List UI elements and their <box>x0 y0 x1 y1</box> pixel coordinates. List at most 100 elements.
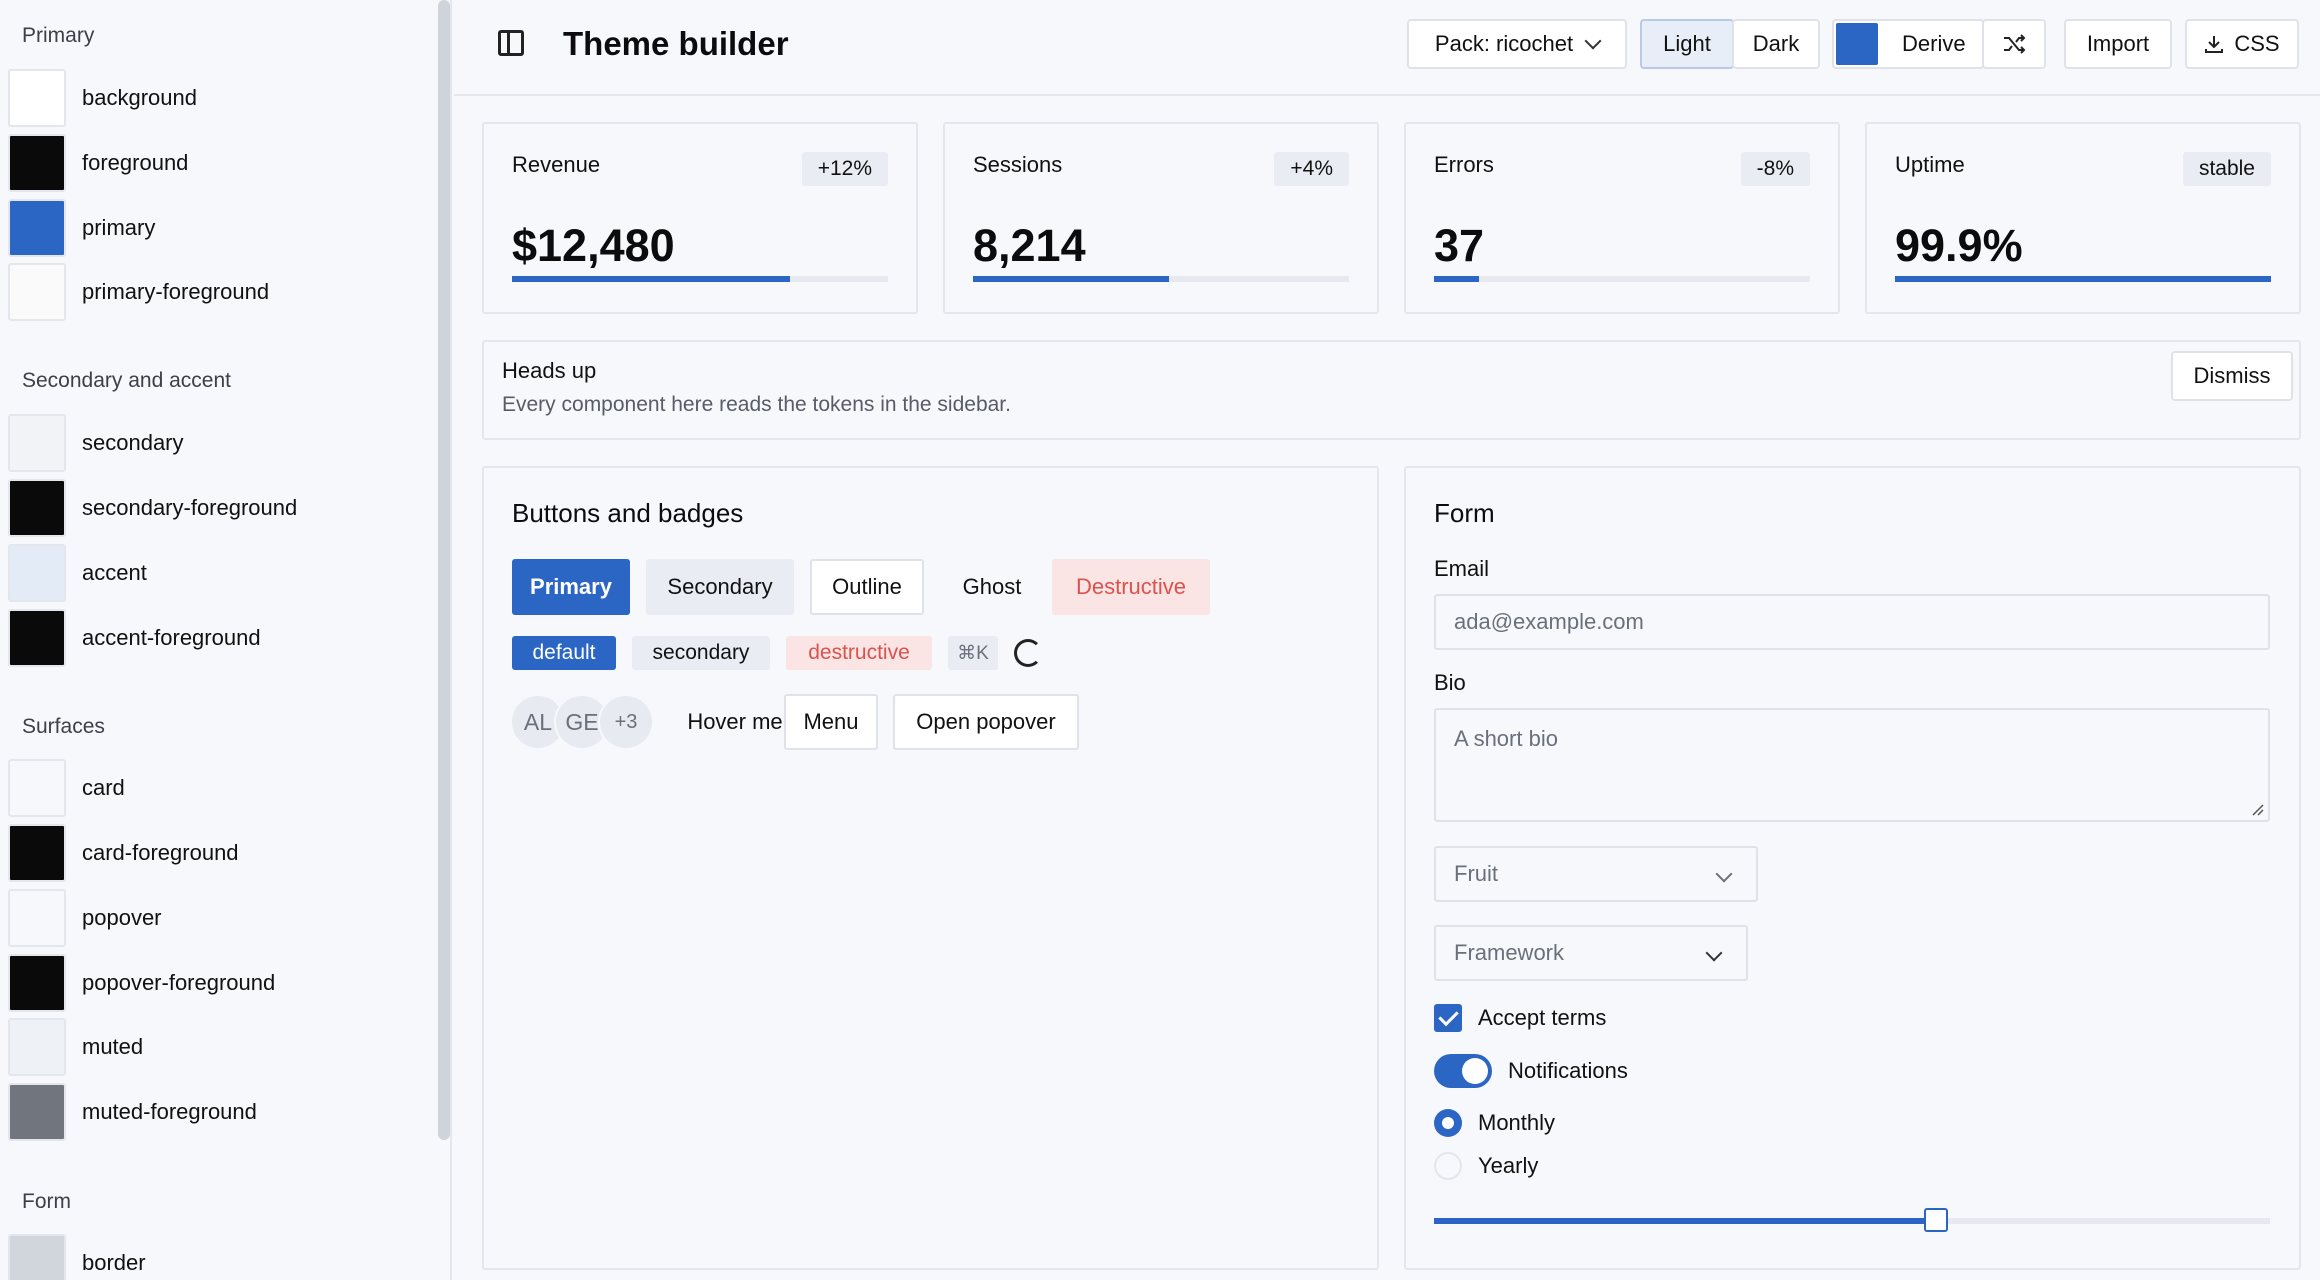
hover-label: Hover me <box>687 709 783 734</box>
stat-label: Sessions <box>973 152 1063 177</box>
swatch[interactable] <box>8 134 66 192</box>
stat-value: 37 <box>1434 220 1485 271</box>
yearly-label: Yearly <box>1478 1153 1539 1178</box>
token-background[interactable]: background <box>8 69 197 127</box>
notifications-switch[interactable] <box>1434 1054 1492 1088</box>
swatch[interactable] <box>8 609 66 667</box>
light-mode-button[interactable]: Light <box>1640 19 1734 69</box>
stat-badge: +4% <box>1274 152 1349 186</box>
primary-button[interactable]: Primary <box>512 559 630 615</box>
bio-textarea[interactable]: A short bio <box>1434 708 2270 822</box>
stat-card-revenue: Revenue +12% $12,480 <box>482 122 918 314</box>
resize-handle-icon[interactable] <box>2250 802 2264 816</box>
menu-button[interactable]: Menu <box>784 694 878 750</box>
dark-label: Dark <box>1752 31 1800 56</box>
derive-color-swatch[interactable] <box>1836 23 1878 65</box>
import-button[interactable]: Import <box>2064 19 2172 69</box>
monthly-radio[interactable] <box>1434 1109 1462 1137</box>
token-card-foreground[interactable]: card-foreground <box>8 824 239 882</box>
email-field[interactable]: ada@example.com <box>1434 594 2270 650</box>
avatar-overflow[interactable]: +3 <box>598 694 654 750</box>
swatch[interactable] <box>8 759 66 817</box>
derive-button[interactable]: Derive <box>1832 19 1984 69</box>
notifications-row[interactable]: Notifications <box>1434 1054 1628 1088</box>
token-popover-foreground[interactable]: popover-foreground <box>8 954 275 1012</box>
swatch[interactable] <box>8 954 66 1012</box>
group-title-form: Form <box>22 1190 71 1213</box>
accept-terms-checkbox[interactable] <box>1434 1004 1462 1032</box>
swatch[interactable] <box>8 889 66 947</box>
badge-secondary: secondary <box>632 636 770 670</box>
badge-default: default <box>512 636 616 670</box>
light-label: Light <box>1663 31 1711 56</box>
stat-card-errors: Errors -8% 37 <box>1404 122 1840 314</box>
swatch[interactable] <box>8 69 66 127</box>
token-label: border <box>82 1250 146 1275</box>
monthly-row[interactable]: Monthly <box>1434 1109 1555 1137</box>
yearly-row[interactable]: Yearly <box>1434 1152 1538 1180</box>
destructive-button[interactable]: Destructive <box>1052 559 1210 615</box>
slider-thumb[interactable] <box>1923 1208 1948 1232</box>
destructive-label: Destructive <box>1075 574 1187 599</box>
token-border[interactable]: border <box>8 1234 146 1280</box>
badge-label: secondary <box>652 641 750 664</box>
badge-destructive: destructive <box>786 636 932 670</box>
ghost-button[interactable]: Ghost <box>940 559 1044 615</box>
pack-select[interactable]: Pack: ricochet <box>1407 19 1627 69</box>
dismiss-button[interactable]: Dismiss <box>2171 351 2293 401</box>
export-css-button[interactable]: CSS <box>2185 19 2299 69</box>
token-popover[interactable]: popover <box>8 889 162 947</box>
fruit-select[interactable]: Fruit <box>1434 846 1758 902</box>
token-label: secondary-foreground <box>82 495 298 520</box>
swatch[interactable] <box>8 479 66 537</box>
stat-value: 99.9% <box>1895 220 2023 271</box>
token-muted-foreground[interactable]: muted-foreground <box>8 1083 257 1141</box>
stat-badge: stable <box>2182 152 2271 186</box>
swatch[interactable] <box>8 1234 66 1280</box>
derive-label: Derive <box>1902 31 1966 56</box>
email-label: Email <box>1434 556 1490 581</box>
outline-button[interactable]: Outline <box>810 559 924 615</box>
swatch[interactable] <box>8 263 66 321</box>
token-foreground[interactable]: foreground <box>8 134 188 192</box>
token-label: secondary <box>82 430 184 455</box>
swatch[interactable] <box>8 544 66 602</box>
kbd-shortcut: ⌘K <box>948 636 998 670</box>
token-label: card-foreground <box>82 840 239 865</box>
token-muted[interactable]: muted <box>8 1018 143 1076</box>
slider[interactable] <box>1434 1208 2270 1232</box>
token-secondary[interactable]: secondary <box>8 414 184 472</box>
token-sidebar: Primary background foreground primary pr… <box>0 0 452 1280</box>
swatch[interactable] <box>8 1083 66 1141</box>
avatar-initials: AL <box>523 708 553 735</box>
token-label: foreground <box>82 150 189 175</box>
primary-label: Primary <box>530 574 612 599</box>
secondary-button[interactable]: Secondary <box>646 559 794 615</box>
swatch[interactable] <box>8 1018 66 1076</box>
sidebar-scrollbar[interactable] <box>438 0 450 1140</box>
stat-progress <box>1434 276 1810 282</box>
chevron-down-icon <box>1715 865 1733 883</box>
swatch[interactable] <box>8 199 66 257</box>
framework-select[interactable]: Framework <box>1434 925 1748 981</box>
panel-title: Buttons and badges <box>512 498 744 528</box>
popover-button[interactable]: Open popover <box>893 694 1079 750</box>
ghost-label: Ghost <box>962 574 1022 599</box>
token-primary[interactable]: primary <box>8 199 155 257</box>
dark-mode-button[interactable]: Dark <box>1732 19 1820 69</box>
token-accent[interactable]: accent <box>8 544 147 602</box>
yearly-radio[interactable] <box>1434 1152 1462 1180</box>
accept-terms-row[interactable]: Accept terms <box>1434 1004 1606 1032</box>
stat-progress-fill <box>973 276 1169 282</box>
swatch[interactable] <box>8 414 66 472</box>
swatch[interactable] <box>8 824 66 882</box>
sidebar-toggle-icon[interactable] <box>498 30 524 56</box>
shuffle-button[interactable] <box>1982 19 2046 69</box>
outline-label: Outline <box>832 574 902 599</box>
token-primary-foreground[interactable]: primary-foreground <box>8 263 269 321</box>
notifications-label: Notifications <box>1508 1058 1628 1083</box>
avatar-overflow-count: +3 <box>614 710 638 733</box>
token-accent-foreground[interactable]: accent-foreground <box>8 609 261 667</box>
token-card[interactable]: card <box>8 759 125 817</box>
token-secondary-foreground[interactable]: secondary-foreground <box>8 479 297 537</box>
